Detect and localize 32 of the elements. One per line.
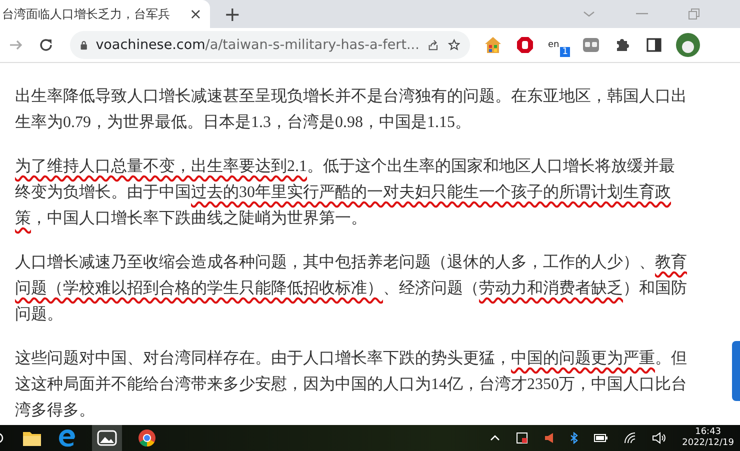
- wifi-icon[interactable]: [624, 432, 636, 444]
- profile-avatar[interactable]: [676, 33, 700, 57]
- address-bar[interactable]: voachinese.com/a/taiwan-s-military-has-a-fert...: [70, 31, 470, 59]
- url-text: voachinese.com/a/taiwan-s-military-has-a-fert...: [96, 37, 420, 53]
- tray-app-icon[interactable]: [516, 432, 528, 444]
- tab-title: 台湾面临人口增长乏力，台军兵: [2, 6, 171, 22]
- bluetooth-icon[interactable]: [570, 432, 578, 444]
- chrome-icon[interactable]: [138, 429, 156, 447]
- house-icon[interactable]: [484, 36, 502, 54]
- clock-time: 16:43: [695, 427, 722, 438]
- close-tab-button[interactable]: ×: [189, 5, 202, 23]
- speaker-icon[interactable]: [544, 432, 554, 444]
- puzzle-icon[interactable]: [614, 36, 632, 54]
- star-icon[interactable]: [448, 37, 460, 53]
- article-paragraph: 人口增长减速乃至收缩会造成各种问题，其中包括养老问题（退休的人多，工作的人少）、教育 问题（学校难以招到合格的学生只能降低招收标准）、经济问题（劳动力和消费者缺乏）和国防 问题。: [15, 253, 687, 325]
- share-icon[interactable]: [427, 37, 440, 53]
- reload-icon[interactable]: [38, 37, 54, 53]
- battery-icon[interactable]: [594, 434, 608, 442]
- chevron-up-icon[interactable]: [490, 434, 500, 442]
- new-tab-button[interactable]: +: [224, 2, 241, 26]
- article-paragraph: 为了维持人口总量不变，出生率要达到2.1。低于这个出生率的国家和地区人口增长将放缓并最 终变为负增长。由于中国过去的30年里实行严酷的一对夫妇只能生一个孩子的所谓计划生育政 策，中国人口增长率下跌曲线之陡峭为世界第一。: [15, 157, 675, 229]
- article-paragraph: 这些问题对中国、对台湾同样存在。由于人口增长率下跌的势头更猛，中国的问题更为严重。但 这这种局面并不能给台湾带来多少安慰，因为中国的人口为14亿，台湾才2350万，中国人口比台 湾多得多。: [15, 349, 687, 421]
- volume-icon[interactable]: [652, 432, 666, 444]
- article-paragraph: 出生率降低导致人口增长减速甚至呈现负增长并不是台湾独有的问题。在东亚地区，韩国人口出 生率为0.79，为世界最低。日本是1.3，台湾是0.98，中国是1.15。: [15, 87, 687, 133]
- edge-browser-icon[interactable]: [58, 429, 76, 447]
- side-panel-icon[interactable]: [646, 37, 662, 53]
- photos-app-button[interactable]: [92, 425, 122, 451]
- clock-date: 2022/12/19: [682, 438, 734, 449]
- photos-icon: [97, 430, 117, 446]
- browser-tab[interactable]: 台湾面临人口增长乏力，台军兵 ×: [0, 0, 210, 28]
- folder-icon[interactable]: [22, 429, 42, 447]
- lock-icon: [80, 39, 88, 51]
